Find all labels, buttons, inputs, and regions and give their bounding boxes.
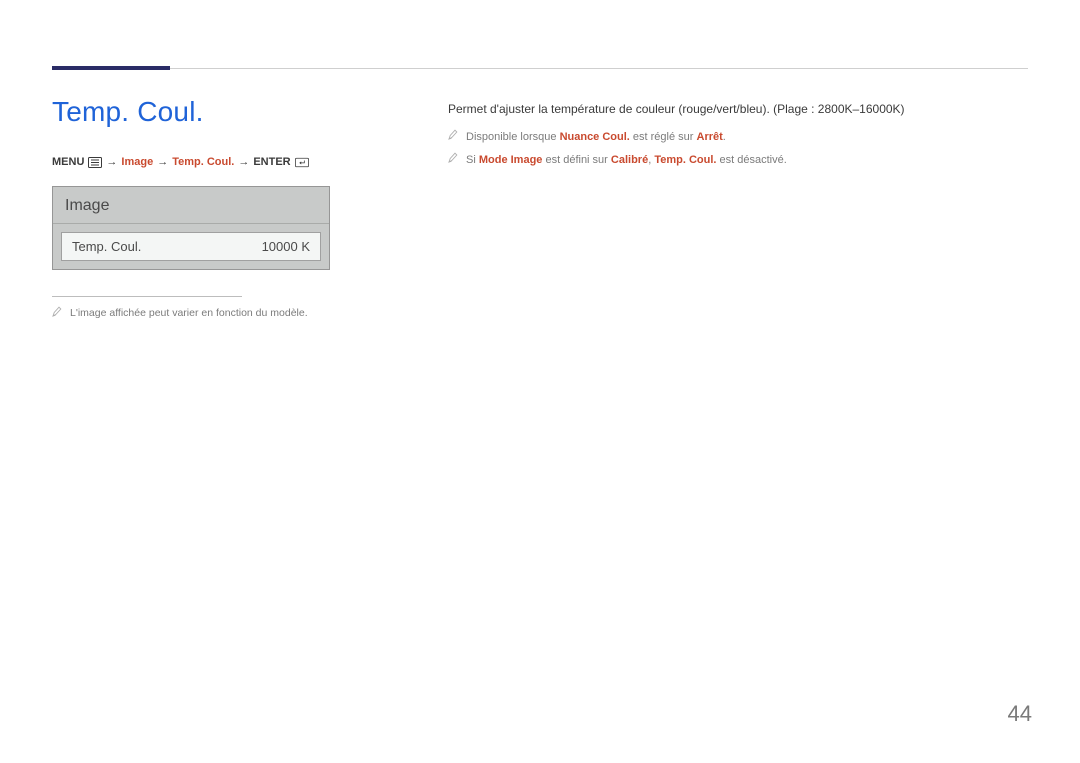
t: Disponible lorsque bbox=[466, 131, 560, 143]
menu-icon bbox=[88, 157, 102, 168]
arrow-1: → bbox=[106, 156, 117, 168]
page-number: 44 bbox=[1008, 701, 1032, 727]
menu-label: MENU bbox=[52, 156, 84, 168]
menu-path: MENU → Image → Temp. Coul. → ENTER bbox=[52, 156, 352, 168]
calibre: Calibré bbox=[611, 154, 648, 166]
temp-coul-row[interactable]: Temp. Coul. 10000 K bbox=[61, 232, 321, 261]
row-value: 10000 K bbox=[262, 239, 310, 254]
t: Si bbox=[466, 154, 479, 166]
panel-body: Temp. Coul. 10000 K bbox=[53, 224, 329, 269]
nuance-coul: Nuance Coul. bbox=[560, 131, 630, 143]
settings-panel: Image Temp. Coul. 10000 K bbox=[52, 186, 330, 270]
note-body: Disponible lorsque Nuance Coul. est régl… bbox=[466, 128, 726, 147]
model-variation-note: L'image affichée peut varier en fonction… bbox=[52, 305, 352, 323]
mode-image: Mode Image bbox=[479, 154, 543, 166]
description: Permet d'ajuster la température de coule… bbox=[448, 100, 1026, 118]
t: est défini sur bbox=[542, 154, 610, 166]
accent-bar bbox=[52, 66, 170, 70]
t: est désactivé. bbox=[716, 154, 786, 166]
page-title: Temp. Coul. bbox=[52, 96, 352, 128]
pencil-icon bbox=[448, 151, 458, 170]
path-temp: Temp. Coul. bbox=[172, 156, 234, 168]
availability-note: Disponible lorsque Nuance Coul. est régl… bbox=[448, 128, 1026, 147]
arrow-2: → bbox=[157, 156, 168, 168]
footnote-rule bbox=[52, 296, 242, 297]
note-text: L'image affichée peut varier en fonction… bbox=[70, 305, 308, 323]
right-column: Permet d'ajuster la température de coule… bbox=[448, 100, 1026, 173]
enter-label: ENTER bbox=[253, 156, 290, 168]
t: est réglé sur bbox=[630, 131, 697, 143]
pencil-icon bbox=[448, 128, 458, 147]
row-label: Temp. Coul. bbox=[72, 239, 141, 254]
temp-coul: Temp. Coul. bbox=[654, 154, 716, 166]
top-rule bbox=[52, 68, 1028, 69]
left-column: Temp. Coul. MENU → Image → Temp. Coul. →… bbox=[52, 96, 352, 329]
t: . bbox=[723, 131, 726, 143]
pencil-icon bbox=[52, 305, 62, 323]
page: Temp. Coul. MENU → Image → Temp. Coul. →… bbox=[0, 0, 1080, 763]
calibre-note: Si Mode Image est défini sur Calibré, Te… bbox=[448, 151, 1026, 170]
arret: Arrêt bbox=[697, 131, 723, 143]
note-body: Si Mode Image est défini sur Calibré, Te… bbox=[466, 151, 787, 170]
path-image: Image bbox=[121, 156, 153, 168]
enter-icon bbox=[295, 157, 309, 168]
panel-header: Image bbox=[53, 187, 329, 224]
arrow-3: → bbox=[238, 156, 249, 168]
